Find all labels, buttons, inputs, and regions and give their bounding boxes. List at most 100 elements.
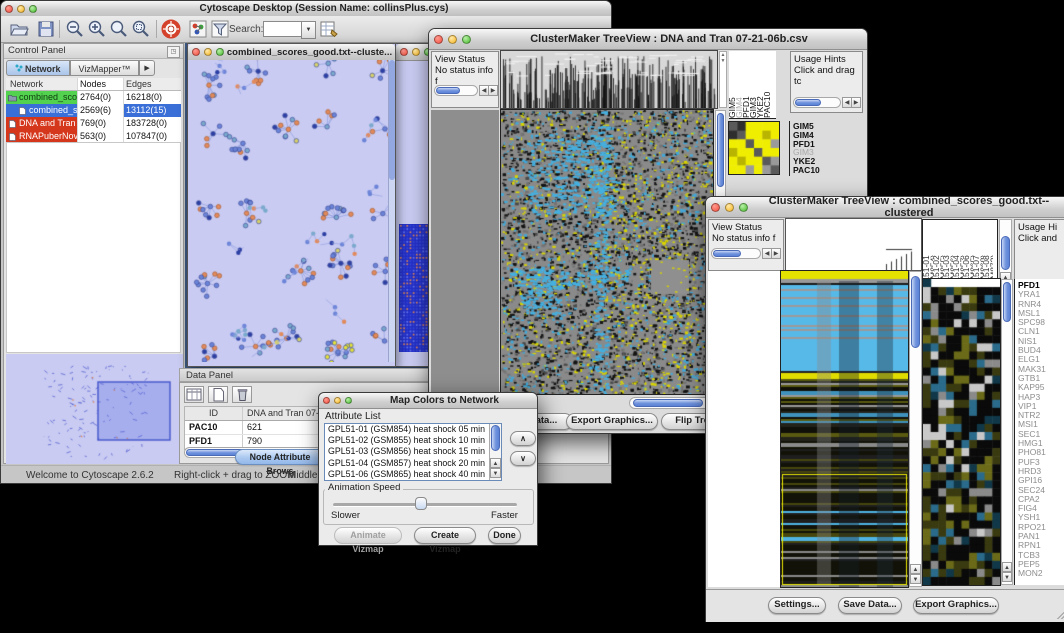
zoom-vscrollbar[interactable]: ▲ ▼ xyxy=(1001,279,1013,585)
column-label[interactable]: GIM4 xyxy=(736,51,743,118)
scroll-down-icon[interactable]: ▼ xyxy=(490,468,501,478)
column-label[interactable]: PAC10 xyxy=(764,51,771,118)
close-button[interactable] xyxy=(192,48,200,56)
search-dropdown-icon[interactable]: ▼ xyxy=(301,21,316,39)
new-attribute-icon[interactable] xyxy=(208,386,228,403)
network-view-canvas-2[interactable] xyxy=(399,224,429,352)
network-name-cell[interactable]: DNA and Tran 07 xyxy=(6,117,78,130)
zoom-button[interactable] xyxy=(739,203,748,212)
zoom-out-icon[interactable] xyxy=(65,19,85,39)
tab-network[interactable]: Network xyxy=(6,60,70,76)
float-panel-icon[interactable]: ◳ xyxy=(167,46,180,58)
zoom-button[interactable] xyxy=(29,5,37,13)
zoom-fit-icon[interactable] xyxy=(109,19,129,39)
network-view-canvas-1[interactable] xyxy=(188,60,388,362)
speed-slider-thumb[interactable] xyxy=(415,497,427,510)
scrollbar-thumb[interactable] xyxy=(795,99,821,106)
view-status-hscrollbar[interactable] xyxy=(434,85,478,96)
network-tree-row[interactable]: DNA and Tran 07769(0)183728(0) xyxy=(6,117,181,130)
network-window1-titlebar[interactable]: combined_scores_good.txt--cluste... xyxy=(188,44,395,61)
usage-hints-hscrollbar[interactable] xyxy=(793,97,841,108)
help-lifebuoy-icon[interactable] xyxy=(161,19,181,39)
global-heatmap[interactable] xyxy=(781,271,908,587)
treeview2-titlebar[interactable]: ClusterMaker TreeView : combined_scores_… xyxy=(706,197,1064,218)
scroll-down-icon[interactable]: ▼ xyxy=(720,58,726,64)
attribute-item[interactable]: GPL51-02 (GSM855) heat shock 10 min xyxy=(325,435,501,446)
column-label[interactable]: GIM3 xyxy=(750,51,757,118)
scrollbar-thumb[interactable] xyxy=(436,87,460,94)
row-labels[interactable]: GIM5GIM4PFD1GIM3YKE2PAC10 xyxy=(793,122,820,175)
done-button[interactable]: Done xyxy=(488,527,521,544)
export-graphics-button[interactable]: Export Graphics... xyxy=(566,413,658,430)
close-button[interactable] xyxy=(400,48,408,56)
gene-label[interactable]: MON2 xyxy=(1018,569,1064,578)
scrollbar-thumb[interactable] xyxy=(1003,282,1011,322)
attribute-list-vscrollbar[interactable]: ▲ ▼ xyxy=(489,424,501,480)
attribute-list[interactable]: GPL51-01 (GSM854) heat shock 05 minGPL51… xyxy=(324,423,502,481)
open-file-icon[interactable] xyxy=(9,19,29,39)
zoom-in-icon[interactable] xyxy=(87,19,107,39)
scrollbar-thumb[interactable] xyxy=(633,399,703,407)
zoom-heatmap[interactable] xyxy=(729,122,779,174)
tab-vizmapper[interactable]: VizMapper™ xyxy=(70,60,140,76)
dendrogram-scroll-strip[interactable]: ▲ ▼ xyxy=(719,51,727,108)
attribute-browser-icon[interactable] xyxy=(319,19,339,39)
attribute-item[interactable]: GPL51-06 (GSM865) heat shock 40 min xyxy=(325,469,501,480)
scrollbar-thumb[interactable] xyxy=(1001,236,1010,270)
scroll-up-icon[interactable]: ▲ xyxy=(910,564,921,574)
main-titlebar[interactable]: Cytoscape Desktop (Session Name: collins… xyxy=(1,1,611,17)
scroll-right-icon[interactable]: ▶ xyxy=(771,248,781,259)
animate-vizmap-button[interactable]: Animate Vizmap xyxy=(334,527,402,544)
row-dendrogram[interactable] xyxy=(708,271,780,587)
dialog-titlebar[interactable]: Map Colors to Network xyxy=(319,393,537,409)
col-edges[interactable]: Edges xyxy=(124,78,181,90)
network-vertical-scrollbar[interactable] xyxy=(388,60,395,362)
close-button[interactable] xyxy=(323,397,330,404)
attribute-item[interactable]: GPL51-01 (GSM854) heat shock 05 min xyxy=(325,424,501,435)
col-id[interactable]: ID xyxy=(185,407,243,420)
column-label[interactable]: YKE2 xyxy=(757,51,764,118)
close-button[interactable] xyxy=(5,5,13,13)
minimize-button[interactable] xyxy=(725,203,734,212)
scrollbar-thumb[interactable] xyxy=(713,250,741,257)
minimize-button[interactable] xyxy=(412,48,420,56)
birdseye-overview[interactable] xyxy=(6,354,183,464)
column-dendrogram[interactable] xyxy=(786,219,921,270)
scroll-down-icon[interactable]: ▼ xyxy=(1002,572,1012,582)
close-button[interactable] xyxy=(711,203,720,212)
scroll-up-icon[interactable]: ▲ xyxy=(490,458,501,468)
minimize-button[interactable] xyxy=(448,35,457,44)
gene-labels[interactable]: PFD1YRA1RNR4MSL1SPC98CLN1NIS1BUD4ELG1MAK… xyxy=(1014,279,1064,585)
zoom-heatmap[interactable] xyxy=(923,279,1000,585)
move-down-button[interactable]: ∨ xyxy=(510,451,536,466)
zoom-button[interactable] xyxy=(345,397,352,404)
close-button[interactable] xyxy=(434,35,443,44)
scrollbar-thumb[interactable] xyxy=(911,276,920,348)
row-label[interactable]: PAC10 xyxy=(793,166,820,175)
network-name-cell[interactable]: combined_sco xyxy=(6,104,78,117)
col-nodes[interactable]: Nodes xyxy=(78,78,124,90)
scroll-right-icon[interactable]: ▶ xyxy=(488,85,498,96)
attribute-item[interactable]: GPL51-07 (GSM868) heat shock 60 min xyxy=(325,480,501,481)
column-label[interactable]: PFD1 xyxy=(743,51,750,118)
minimize-button[interactable] xyxy=(334,397,341,404)
global-vscrollbar[interactable]: ▲ ▼ xyxy=(909,271,922,587)
network-name-cell[interactable]: combined_scores xyxy=(6,91,78,104)
zoom-selected-icon[interactable] xyxy=(131,19,151,39)
column-dendrogram[interactable] xyxy=(501,51,717,108)
column-labels[interactable]: GIM5GIM4PFD1GIM3YKE2PAC10 xyxy=(729,51,776,119)
column-label[interactable]: GIM5 xyxy=(729,51,736,118)
treeview1-titlebar[interactable]: ClusterMaker TreeView : DNA and Tran 07-… xyxy=(429,29,867,50)
attribute-select-icon[interactable] xyxy=(184,386,204,403)
export-graphics-button[interactable]: Export Graphics... xyxy=(913,597,999,614)
delete-attribute-icon[interactable] xyxy=(232,386,252,403)
scrollbar-thumb[interactable] xyxy=(389,60,395,180)
scrollbar-thumb[interactable] xyxy=(491,425,500,451)
scroll-up-icon[interactable]: ▲ xyxy=(1002,562,1012,572)
save-data-button[interactable]: Save Data... xyxy=(838,597,902,614)
scrollbar-thumb[interactable] xyxy=(717,113,724,187)
node-attribute-browser-button[interactable]: Node Attribute Brows xyxy=(235,449,325,465)
search-input[interactable] xyxy=(263,21,303,37)
attribute-item[interactable]: GPL51-03 (GSM856) heat shock 15 min xyxy=(325,446,501,457)
network-table-header[interactable]: Network Nodes Edges xyxy=(6,78,181,91)
